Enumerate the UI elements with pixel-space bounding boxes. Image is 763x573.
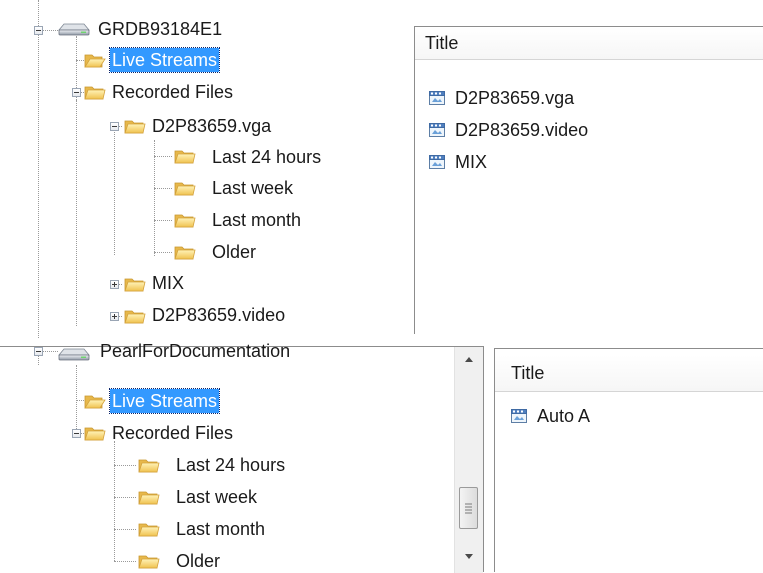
list-item-label: D2P83659.video <box>455 120 589 140</box>
folder-icon <box>174 148 196 164</box>
media-file-icon <box>429 90 445 106</box>
folder-icon <box>124 308 146 324</box>
tree-root-label: GRDB93184E1 <box>98 19 223 39</box>
drive-icon <box>58 22 90 36</box>
tree-item-label: D2P83659.video <box>152 305 286 325</box>
scroll-down-button[interactable] <box>455 547 483 567</box>
arrow-up-icon <box>465 357 473 362</box>
folder-open-icon <box>84 52 106 68</box>
grip-icon <box>465 503 472 514</box>
bottom-tree-pane: PearlForDocumentation Live Streams Recor… <box>0 341 484 573</box>
tree-item-label: D2P83659.vga <box>152 116 272 136</box>
folder-icon <box>138 553 160 569</box>
tree-item-label: Last month <box>176 519 266 539</box>
tree-item-label: Live Streams <box>108 47 221 73</box>
tree-item-label: Older <box>212 242 257 262</box>
column-header-title[interactable]: Title <box>415 27 763 60</box>
folder-icon <box>124 118 146 134</box>
list-item-label: MIX <box>455 152 488 172</box>
tree-item-label: Last 24 hours <box>212 147 322 167</box>
collapse-toggle-icon[interactable] <box>34 347 43 356</box>
scroll-thumb[interactable] <box>459 487 478 529</box>
scroll-up-button[interactable] <box>455 349 483 369</box>
vertical-scrollbar[interactable] <box>454 347 483 573</box>
folder-icon <box>84 84 106 100</box>
folder-icon <box>138 457 160 473</box>
top-list-panel: Title D2P83659.vga D2P83659.video MIX <box>414 26 763 334</box>
folder-icon <box>84 425 106 441</box>
arrow-down-icon <box>465 554 473 559</box>
media-file-icon <box>511 408 527 424</box>
tree-item-label: Last week <box>176 487 258 507</box>
folder-icon <box>138 489 160 505</box>
media-file-icon <box>429 122 445 138</box>
collapse-toggle-icon[interactable] <box>72 429 81 438</box>
tree-item-label: MIX <box>152 273 185 293</box>
column-header-title[interactable]: Title <box>495 355 763 392</box>
bottom-list-panel: Title Auto A <box>494 348 763 572</box>
list-item-label: Auto A <box>537 406 591 426</box>
folder-icon <box>174 180 196 196</box>
folder-open-icon <box>84 393 106 409</box>
folder-icon <box>124 276 146 292</box>
expand-toggle-icon[interactable] <box>110 312 119 321</box>
tree-item-label: Recorded Files <box>112 423 234 443</box>
tree-item-label: Last week <box>212 178 294 198</box>
tree-item-label: Older <box>176 551 221 571</box>
tree-item-label: Last month <box>212 210 302 230</box>
tree-item-label: Recorded Files <box>112 82 234 102</box>
list-item-label: D2P83659.vga <box>455 88 575 108</box>
collapse-toggle-icon[interactable] <box>110 122 119 131</box>
collapse-toggle-icon[interactable] <box>72 88 81 97</box>
tree-item-label: Live Streams <box>108 388 221 414</box>
folder-icon <box>174 212 196 228</box>
media-file-icon <box>429 154 445 170</box>
collapse-toggle-icon[interactable] <box>34 26 43 35</box>
folder-icon <box>138 521 160 537</box>
tree-root-label: PearlForDocumentation <box>100 341 291 361</box>
expand-toggle-icon[interactable] <box>110 280 119 289</box>
drive-icon <box>58 347 90 361</box>
top-tree-pane: GRDB93184E1 Live Streams Recorded Files … <box>0 0 400 338</box>
tree-item-label: Last 24 hours <box>176 455 286 475</box>
folder-icon <box>174 244 196 260</box>
